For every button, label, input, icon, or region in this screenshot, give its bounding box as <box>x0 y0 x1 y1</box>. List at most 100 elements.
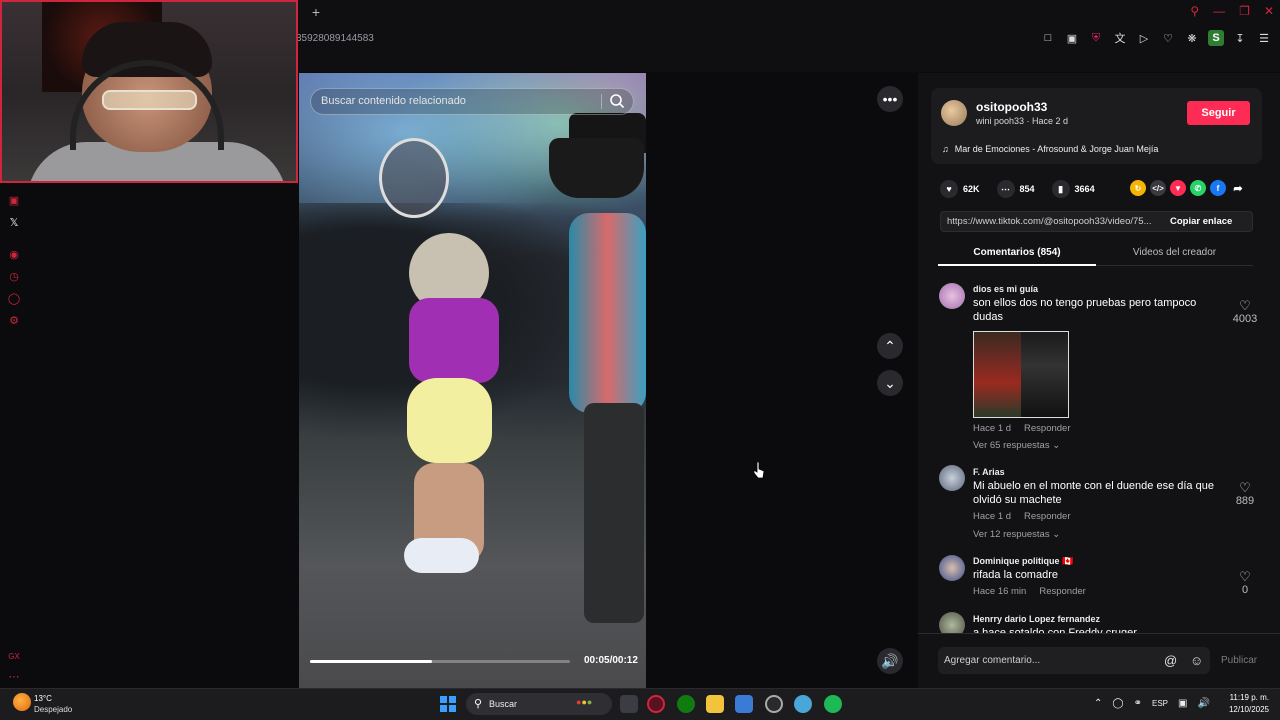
heart-icon[interactable]: ♡ <box>1230 299 1260 312</box>
windows-start-icon[interactable] <box>440 696 456 712</box>
gx-icon[interactable]: GX <box>6 649 22 665</box>
tab-creator-videos[interactable]: Videos del creador <box>1096 247 1253 258</box>
facebook-icon[interactable]: f <box>1210 180 1226 196</box>
file-explorer-icon[interactable] <box>706 695 724 713</box>
volume-button[interactable]: 🔊 <box>877 648 903 674</box>
translate-icon[interactable]: 文 <box>1112 30 1128 46</box>
download-icon[interactable]: ↧ <box>1232 30 1248 46</box>
clock-time[interactable]: 11:19 p. m. <box>1227 693 1269 702</box>
previous-video-button[interactable]: ⌃ <box>877 333 903 359</box>
avatar[interactable] <box>941 100 967 126</box>
reply-button[interactable]: Responder <box>1024 511 1070 522</box>
address-url[interactable]: 35928089144583 <box>296 33 374 44</box>
music-title[interactable]: Mar de Emociones - Afrosound & Jorge Jua… <box>955 144 1159 154</box>
save-stat[interactable]: ▮ 3664 <box>1051 180 1095 198</box>
mention-icon[interactable]: @ <box>1164 653 1177 668</box>
comment-image[interactable] <box>973 331 1069 418</box>
avatar[interactable] <box>939 465 965 491</box>
xbox-icon[interactable] <box>677 695 695 713</box>
comment-like[interactable]: ♡ 4003 <box>1230 299 1260 325</box>
video-player[interactable] <box>299 73 646 688</box>
author-username[interactable]: ositopooh33 <box>976 100 1047 114</box>
opera-tray-icon[interactable]: ◯ <box>1112 698 1123 709</box>
heart-icon[interactable]: ♡ <box>1230 570 1260 583</box>
embed-icon[interactable]: </> <box>1150 180 1166 196</box>
comment-like[interactable]: ♡ 889 <box>1230 481 1260 507</box>
extensions-icon[interactable]: ❋ <box>1184 30 1200 46</box>
heart-icon[interactable]: ♥ <box>940 180 958 198</box>
window-controls: ⚲ — ❐ ✕ <box>1190 4 1274 18</box>
clock-date[interactable]: 12/10/2025 <box>1221 705 1269 714</box>
network-icon[interactable]: ▣ <box>1178 698 1187 709</box>
more-icon[interactable]: ⋯ <box>6 669 22 685</box>
comment-placeholder[interactable]: Agregar comentario... <box>944 655 1040 666</box>
emoji-icon[interactable]: ☺ <box>1190 653 1203 668</box>
music-link[interactable]: ♫ Mar de Emociones - Afrosound & Jorge Ju… <box>942 144 1158 154</box>
follow-button[interactable]: Seguir <box>1187 101 1250 125</box>
chevron-up-icon[interactable]: ⌃ <box>1094 698 1102 709</box>
spotify-icon[interactable] <box>824 695 842 713</box>
microsoft-store-icon[interactable] <box>735 695 753 713</box>
weather-icon[interactable] <box>13 693 31 711</box>
comment-author[interactable]: dios es mi guía <box>973 284 1038 294</box>
menu-icon[interactable]: ☰ <box>1256 30 1272 46</box>
taskbar-search-label[interactable]: Buscar <box>489 699 517 709</box>
bookmark-icon[interactable]: □ <box>1040 30 1056 46</box>
send-icon[interactable]: ▷ <box>1136 30 1152 46</box>
language-indicator[interactable]: ESP <box>1152 699 1168 708</box>
publish-button[interactable]: Publicar <box>1221 655 1257 666</box>
close-icon[interactable]: ✕ <box>1264 4 1274 18</box>
comment-icon[interactable]: ⋯ <box>996 180 1015 198</box>
opera-gx-icon[interactable] <box>647 695 665 713</box>
comment-author[interactable]: F. Arias <box>973 467 1005 477</box>
reply-button[interactable]: Responder <box>1024 423 1070 434</box>
next-video-button[interactable]: ⌄ <box>877 370 903 396</box>
view-replies-label[interactable]: Ver 65 respuestas <box>973 440 1050 451</box>
like-stat[interactable]: ♥ 62K <box>940 180 980 198</box>
snapshot-icon[interactable]: ▣ <box>1064 30 1080 46</box>
app-icon[interactable] <box>765 695 783 713</box>
view-replies-button[interactable]: Ver 65 respuestas ⌄ <box>973 440 1060 451</box>
whatsapp-icon[interactable]: ✆ <box>1190 180 1206 196</box>
more-options-button[interactable]: ••• <box>877 86 903 112</box>
minimize-icon[interactable]: — <box>1213 4 1225 18</box>
profile-icon[interactable]: S <box>1208 30 1224 46</box>
avatar[interactable] <box>939 555 965 581</box>
bookmark-icon[interactable]: ▮ <box>1051 180 1070 198</box>
share-arrow-icon[interactable]: ➦ <box>1230 180 1246 196</box>
speaker-icon[interactable]: 🔊 <box>1197 698 1209 709</box>
heart-icon[interactable]: ♡ <box>1230 481 1260 494</box>
repost-icon[interactable]: ↻ <box>1130 180 1146 196</box>
related-search-placeholder[interactable]: Buscar contenido relacionado <box>321 95 466 107</box>
settings-icon[interactable]: ⚙ <box>6 313 22 329</box>
tab-comments[interactable]: Comentarios (854) <box>938 247 1096 258</box>
instagram-icon[interactable]: ▣ <box>6 193 22 209</box>
share-link[interactable]: https://www.tiktok.com/@ositopooh33/vide… <box>947 216 1163 227</box>
view-replies-button[interactable]: Ver 12 respuestas ⌄ <box>973 529 1060 540</box>
player-icon[interactable]: ◉ <box>6 247 22 263</box>
avatar[interactable] <box>939 283 965 309</box>
restore-icon[interactable]: ❐ <box>1239 4 1250 18</box>
search-icon[interactable] <box>609 93 625 109</box>
send-to-friends-icon[interactable]: ▼ <box>1170 180 1186 196</box>
copy-link-button[interactable]: Copiar enlace <box>1170 216 1232 227</box>
view-replies-label[interactable]: Ver 12 respuestas <box>973 529 1050 540</box>
x-icon[interactable]: 𝕏 <box>6 215 22 231</box>
weather-temperature[interactable]: 13°C <box>34 694 52 703</box>
search-icon[interactable]: ⚲ <box>1190 4 1199 18</box>
heart-icon[interactable]: ♡ <box>1160 30 1176 46</box>
new-tab-button[interactable]: + <box>308 4 324 20</box>
chevron-down-icon: ⌄ <box>1052 529 1061 540</box>
messenger-icon[interactable]: ◯ <box>6 291 22 307</box>
comment-like[interactable]: ♡ 0 <box>1230 570 1260 596</box>
comment-author[interactable]: Dominique politique 🇨🇦 <box>973 556 1073 567</box>
globe-app-icon[interactable] <box>794 695 812 713</box>
task-view-icon[interactable] <box>620 695 638 713</box>
shield-icon[interactable]: ⛨ <box>1088 30 1104 46</box>
weather-description[interactable]: Despejado <box>34 705 72 714</box>
history-icon[interactable]: ◷ <box>6 269 22 285</box>
comment-author[interactable]: Henrry dario Lopez fernandez <box>973 614 1100 624</box>
reply-button[interactable]: Responder <box>1039 586 1085 597</box>
microphone-icon[interactable]: ⚭ <box>1134 698 1142 709</box>
comment-stat[interactable]: ⋯ 854 <box>996 180 1035 198</box>
